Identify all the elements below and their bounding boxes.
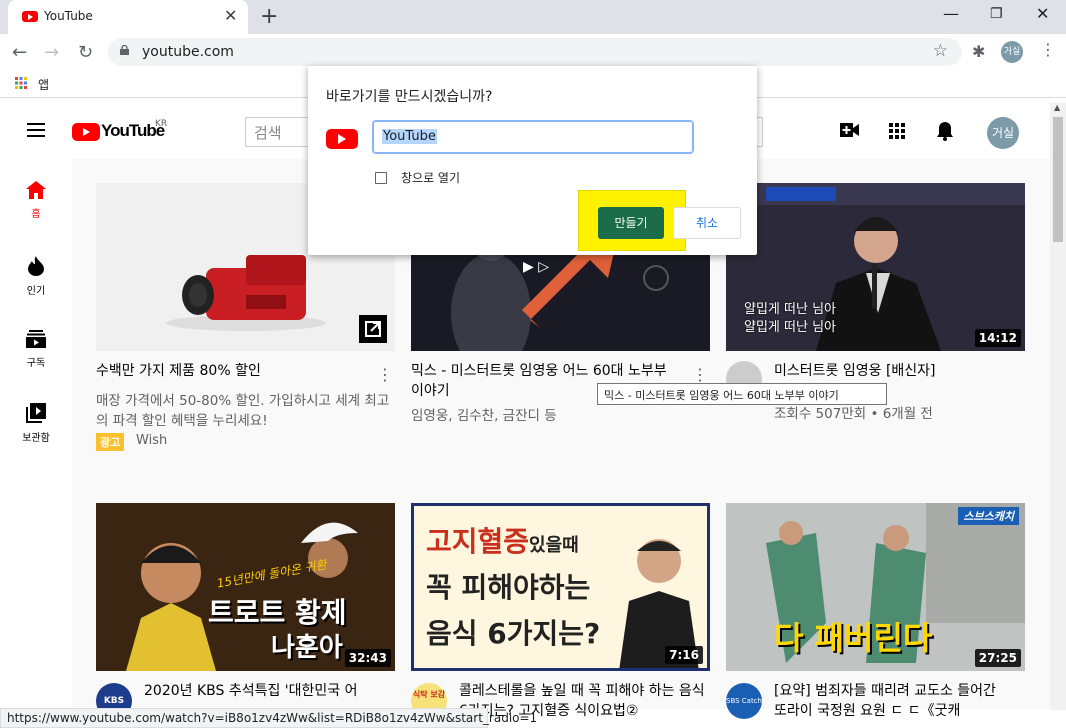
video-channel[interactable]: 임영웅, 김수찬, 금잔디 등 <box>411 407 557 425</box>
thumb-caption: 꼭 피해야하는 <box>426 571 591 604</box>
flame-icon <box>28 256 44 276</box>
video-duration: 32:43 <box>344 649 391 667</box>
external-link-icon <box>359 315 387 343</box>
tab-strip: YouTube ✕ + — ❐ ✕ <box>0 0 1066 34</box>
advertiser-name[interactable]: Wish <box>136 432 167 450</box>
url-text[interactable]: youtube.com <box>142 44 234 60</box>
sidebar-item-subscriptions[interactable]: 구독 <box>0 330 72 369</box>
tab-youtube[interactable]: YouTube ✕ <box>8 0 248 34</box>
page-scrollbar[interactable]: ▲ <box>1050 103 1066 710</box>
tab-close-icon[interactable]: ✕ <box>224 6 237 25</box>
video-duration: 7:16 <box>665 646 703 664</box>
video-title[interactable]: [요약] 범죄자들 때리려 교도소 들어간 또라이 국정원 요원 ㄷ ㄷ《굿캐 <box>774 681 1004 721</box>
search-placeholder: 검색 <box>254 124 282 142</box>
create-shortcut-dialog: 바로가기를 만드시겠습니까? YouTube 창으로 열기 만들기 취소 <box>308 66 757 255</box>
video-title[interactable]: 수백만 가지 제품 80% 할인 <box>96 361 366 381</box>
channel-watermark: 스브스캐치 <box>958 507 1019 525</box>
youtube-app-icon <box>326 129 358 149</box>
notifications-bell-icon[interactable] <box>936 121 954 141</box>
thumb-caption: 트로트 황제 <box>208 596 347 629</box>
thumb-caption: 음식 6가지는? <box>426 617 601 650</box>
thumb-caption: 얄밉게 떠난 님아 얄밉게 떠난 님아 <box>744 302 836 335</box>
extensions-icon[interactable]: ✱ <box>972 42 985 61</box>
scrollbar-thumb[interactable] <box>1053 117 1063 242</box>
ad-badge: 광고 <box>96 433 125 451</box>
open-as-window-checkbox[interactable] <box>375 172 387 184</box>
restore-icon[interactable]: ❐ <box>990 6 1003 22</box>
video-thumbnail[interactable]: 얄밉게 떠난 님아 얄밉게 떠난 님아 14:12 <box>726 183 1025 351</box>
apps-grid-icon[interactable] <box>15 77 27 89</box>
title-tooltip: 믹스 - 미스터트롯 임영웅 어느 60대 노부부 이야기 <box>597 383 887 405</box>
bookmark-star-icon[interactable]: ☆ <box>933 41 948 61</box>
more-options-icon[interactable]: ⋮ <box>692 365 708 384</box>
video-thumbnail[interactable]: 스브스캐치 다 패버린다 27:25 <box>726 503 1025 671</box>
dialog-title: 바로가기를 만드시겠습니까? <box>326 89 493 105</box>
cancel-button[interactable]: 취소 <box>673 207 741 239</box>
address-bar[interactable]: youtube.com ☆ <box>108 38 962 66</box>
home-icon <box>26 181 46 199</box>
youtube-logo-icon[interactable] <box>72 123 100 141</box>
create-button[interactable]: 만들기 <box>598 207 664 239</box>
open-as-window-label[interactable]: 창으로 열기 <box>401 169 460 186</box>
sidebar-item-trending[interactable]: 인기 <box>0 256 72 297</box>
shortcut-name-value: YouTube <box>382 129 437 144</box>
sidebar-item-home[interactable]: 홈 <box>0 181 72 220</box>
new-tab-icon[interactable]: + <box>260 4 278 29</box>
sidebar-label-library: 보관함 <box>22 433 50 444</box>
channel-avatar[interactable]: SBS Catch <box>726 683 762 719</box>
create-video-icon[interactable] <box>840 123 859 137</box>
library-icon <box>26 403 46 423</box>
back-icon[interactable]: ← <box>12 42 27 63</box>
reload-icon[interactable]: ↻ <box>78 42 93 63</box>
menu-icon[interactable] <box>27 123 45 137</box>
thumb-caption: 고지혈증있을때 <box>426 525 579 558</box>
lock-icon <box>120 45 129 55</box>
mini-sidebar: 홈 인기 구독 보관함 <box>0 159 72 709</box>
chrome-profile-avatar[interactable]: 거실 <box>1001 41 1023 63</box>
shortcut-name-input[interactable]: YouTube <box>373 121 693 153</box>
video-title[interactable]: 미스터트롯 임영웅 [배신자] <box>774 361 1014 381</box>
apps-label[interactable]: 앱 <box>38 76 49 93</box>
video-duration: 27:25 <box>974 649 1021 667</box>
video-thumbnail[interactable]: 15년만에 돌아온 귀환 트로트 황제 나훈아 32:43 <box>96 503 395 671</box>
video-duration: 14:12 <box>974 329 1021 347</box>
youtube-favicon-icon <box>22 11 38 22</box>
trot-singer-image <box>96 503 395 671</box>
sidebar-label-subscriptions: 구독 <box>26 358 46 369</box>
account-avatar[interactable]: 거실 <box>987 117 1019 149</box>
video-stats: 조회수 507만회 • 6개월 전 <box>774 406 933 422</box>
sidebar-label-home: 홈 <box>31 209 41 220</box>
window-close-icon[interactable]: ✕ <box>1036 4 1049 23</box>
region-label: KR <box>155 119 168 129</box>
thumb-caption: 나훈아 <box>271 633 343 663</box>
more-options-icon[interactable]: ⋮ <box>377 365 393 384</box>
thumb-caption: 다 패버린다 <box>774 619 933 657</box>
video-thumbnail[interactable]: 고지혈증있을때 꼭 피해야하는 음식 6가지는? 7:16 <box>411 503 710 671</box>
ad-description: 매장 가격에서 50-80% 할인. 가입하시고 세계 최고의 파격 할인 혜택… <box>96 393 390 429</box>
tab-title: YouTube <box>44 9 93 23</box>
forward-icon[interactable]: → <box>44 42 59 63</box>
minimize-icon[interactable]: — <box>943 4 959 23</box>
chrome-menu-icon[interactable]: ⋮ <box>1040 40 1056 59</box>
apps-icon[interactable] <box>889 123 905 139</box>
link-status-bar: https://www.youtube.com/watch?v=iB8o1zv4… <box>0 708 537 728</box>
video-title[interactable]: 2020년 KBS 추석특집 '대한민국 어 <box>144 681 384 701</box>
sidebar-label-trending: 인기 <box>26 286 46 297</box>
subscriptions-icon <box>26 330 46 348</box>
sidebar-item-library[interactable]: 보관함 <box>0 403 72 444</box>
